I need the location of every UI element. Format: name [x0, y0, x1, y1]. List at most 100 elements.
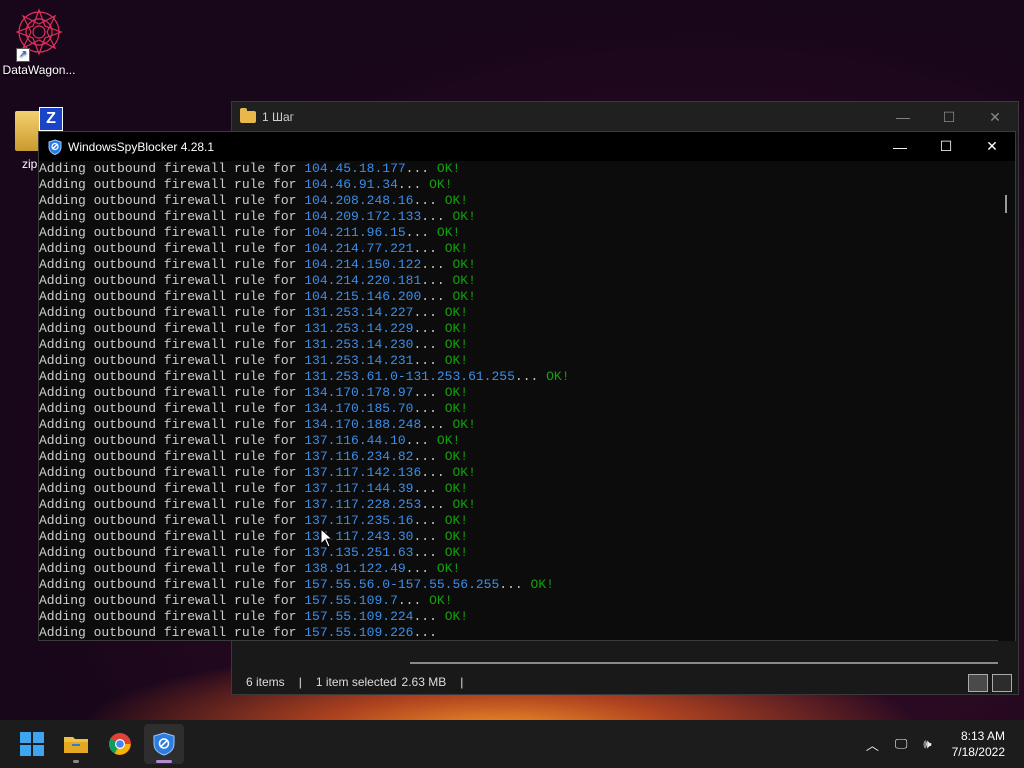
status-size: 2.63 MB	[401, 675, 447, 689]
console-line: Adding outbound firewall rule for 131.25…	[39, 305, 469, 320]
log-ip: 157.55.109.226	[304, 625, 414, 640]
log-status: OK!	[444, 305, 469, 320]
log-prefix: Adding outbound firewall rule for	[39, 257, 305, 272]
log-prefix: Adding outbound firewall rule for	[39, 321, 305, 336]
log-prefix: Adding outbound firewall rule for	[39, 433, 305, 448]
console-line: Adding outbound firewall rule for 104.21…	[39, 241, 469, 256]
log-ip: 134.170.188.248	[304, 417, 422, 432]
log-status: OK!	[444, 545, 469, 560]
log-ip: 104.46.91.34	[304, 177, 398, 192]
shortcut-arrow-icon: ↗	[16, 48, 30, 62]
log-prefix: Adding outbound firewall rule for	[39, 609, 305, 624]
console-titlebar[interactable]: WindowsSpyBlocker 4.28.1 — ☐ ✕	[39, 132, 1015, 161]
log-ip: 131.253.14.230	[304, 337, 414, 352]
console-line: Adding outbound firewall rule for 137.11…	[39, 465, 476, 480]
details-view-button[interactable]	[968, 674, 988, 692]
explorer-status-bar: 6 items | 1 item selected 2.63 MB |	[232, 670, 1018, 694]
log-prefix: Adding outbound firewall rule for	[39, 465, 305, 480]
taskbar-chrome[interactable]	[100, 724, 140, 764]
explorer-title: 1 Шаг	[262, 110, 295, 124]
taskbar-windowsspyblocker[interactable]	[144, 724, 184, 764]
log-status: OK!	[444, 513, 469, 528]
console-line: Adding outbound firewall rule for 137.11…	[39, 449, 469, 464]
windows-logo-icon	[20, 732, 44, 756]
console-line: Adding outbound firewall rule for 104.20…	[39, 209, 476, 224]
horizontal-scrollbar[interactable]	[410, 662, 998, 664]
console-line: Adding outbound firewall rule for 157.55…	[39, 609, 469, 624]
console-line: Adding outbound firewall rule for 131.25…	[39, 369, 570, 384]
console-line: Adding outbound firewall rule for 137.11…	[39, 481, 469, 496]
log-prefix: Adding outbound firewall rule for	[39, 209, 305, 224]
volume-icon[interactable]: 🕪	[923, 736, 931, 752]
desktop-icon-label: DataWagon...	[2, 63, 76, 77]
log-prefix: Adding outbound firewall rule for	[39, 529, 305, 544]
chrome-icon	[109, 733, 131, 755]
log-status: OK!	[444, 193, 469, 208]
log-ip: 157.55.109.224	[304, 609, 414, 624]
console-line: Adding outbound firewall rule for 157.55…	[39, 593, 453, 608]
desktop-icon-datawagon[interactable]: ↗ DataWagon...	[2, 8, 76, 77]
maximize-button[interactable]: ☐	[926, 102, 972, 132]
log-status: OK!	[444, 529, 469, 544]
log-prefix: Adding outbound firewall rule for	[39, 561, 305, 576]
start-button[interactable]	[12, 724, 52, 764]
console-line: Adding outbound firewall rule for 137.11…	[39, 513, 469, 528]
log-prefix: Adding outbound firewall rule for	[39, 593, 305, 608]
console-window[interactable]: WindowsSpyBlocker 4.28.1 — ☐ ✕ Adding ou…	[38, 131, 1016, 641]
explorer-titlebar[interactable]: 1 Шаг — ☐ ✕	[232, 102, 1018, 132]
log-status: OK!	[444, 337, 469, 352]
console-line: Adding outbound firewall rule for 134.17…	[39, 417, 476, 432]
log-ip: 137.117.144.39	[304, 481, 414, 496]
log-status: OK!	[546, 369, 570, 384]
log-ip: 137.117.228.253	[304, 497, 422, 512]
close-button[interactable]: ✕	[969, 132, 1015, 162]
log-prefix: Adding outbound firewall rule for	[39, 305, 305, 320]
log-prefix: Adding outbound firewall rule for	[39, 481, 305, 496]
log-prefix: Adding outbound firewall rule for	[39, 289, 305, 304]
log-status: OK!	[444, 241, 469, 256]
file-explorer-icon	[64, 737, 88, 753]
log-status: OK!	[436, 433, 461, 448]
chevron-up-icon[interactable]: ︿	[866, 735, 879, 754]
console-line: Adding outbound firewall rule for 137.13…	[39, 545, 469, 560]
log-status: OK!	[436, 561, 461, 576]
log-status: OK!	[530, 577, 554, 592]
log-status: OK!	[444, 481, 469, 496]
console-line: Adding outbound firewall rule for 134.17…	[39, 401, 469, 416]
scrollbar-thumb[interactable]	[1005, 195, 1007, 213]
taskbar-file-explorer[interactable]	[56, 724, 96, 764]
close-button[interactable]: ✕	[972, 102, 1018, 132]
console-line: Adding outbound firewall rule for 131.25…	[39, 353, 469, 368]
log-status: OK!	[429, 177, 453, 192]
large-icons-view-button[interactable]	[992, 674, 1012, 692]
log-prefix: Adding outbound firewall rule for	[39, 353, 305, 368]
log-status: OK!	[444, 449, 469, 464]
log-ip: 131.253.61.0-131.253.61.255	[304, 369, 515, 384]
status-item-count: 6 items	[246, 675, 285, 689]
log-ip: 104.45.18.177	[304, 161, 406, 176]
console-line: Adding outbound firewall rule for 137.11…	[39, 433, 461, 448]
log-status: OK!	[444, 609, 469, 624]
network-icon[interactable]: 🖵	[895, 736, 908, 752]
log-status: OK!	[444, 401, 469, 416]
log-ip: 131.253.14.231	[304, 353, 414, 368]
minimize-button[interactable]: —	[880, 102, 926, 132]
running-indicator	[73, 760, 79, 763]
maximize-button[interactable]: ☐	[923, 132, 969, 162]
shield-icon	[153, 732, 175, 756]
minimize-button[interactable]: —	[877, 132, 923, 162]
console-line: Adding outbound firewall rule for 137.11…	[39, 529, 469, 544]
clock[interactable]: 8:13 AM 7/18/2022	[952, 728, 1005, 760]
console-line: Adding outbound firewall rule for 157.55…	[39, 625, 445, 640]
log-ip: 134.170.178.97	[304, 385, 414, 400]
log-ip: 137.117.235.16	[304, 513, 414, 528]
vertical-scrollbar[interactable]	[998, 161, 1015, 641]
log-ip: 104.214.150.122	[304, 257, 422, 272]
console-line: Adding outbound firewall rule for 104.21…	[39, 257, 476, 272]
log-prefix: Adding outbound firewall rule for	[39, 401, 305, 416]
console-line: Adding outbound firewall rule for 104.21…	[39, 289, 476, 304]
console-line: Adding outbound firewall rule for 131.25…	[39, 321, 469, 336]
log-ip: 104.215.146.200	[304, 289, 422, 304]
clock-time: 8:13 AM	[960, 729, 1005, 743]
console-output: Adding outbound firewall rule for 104.45…	[39, 161, 999, 641]
